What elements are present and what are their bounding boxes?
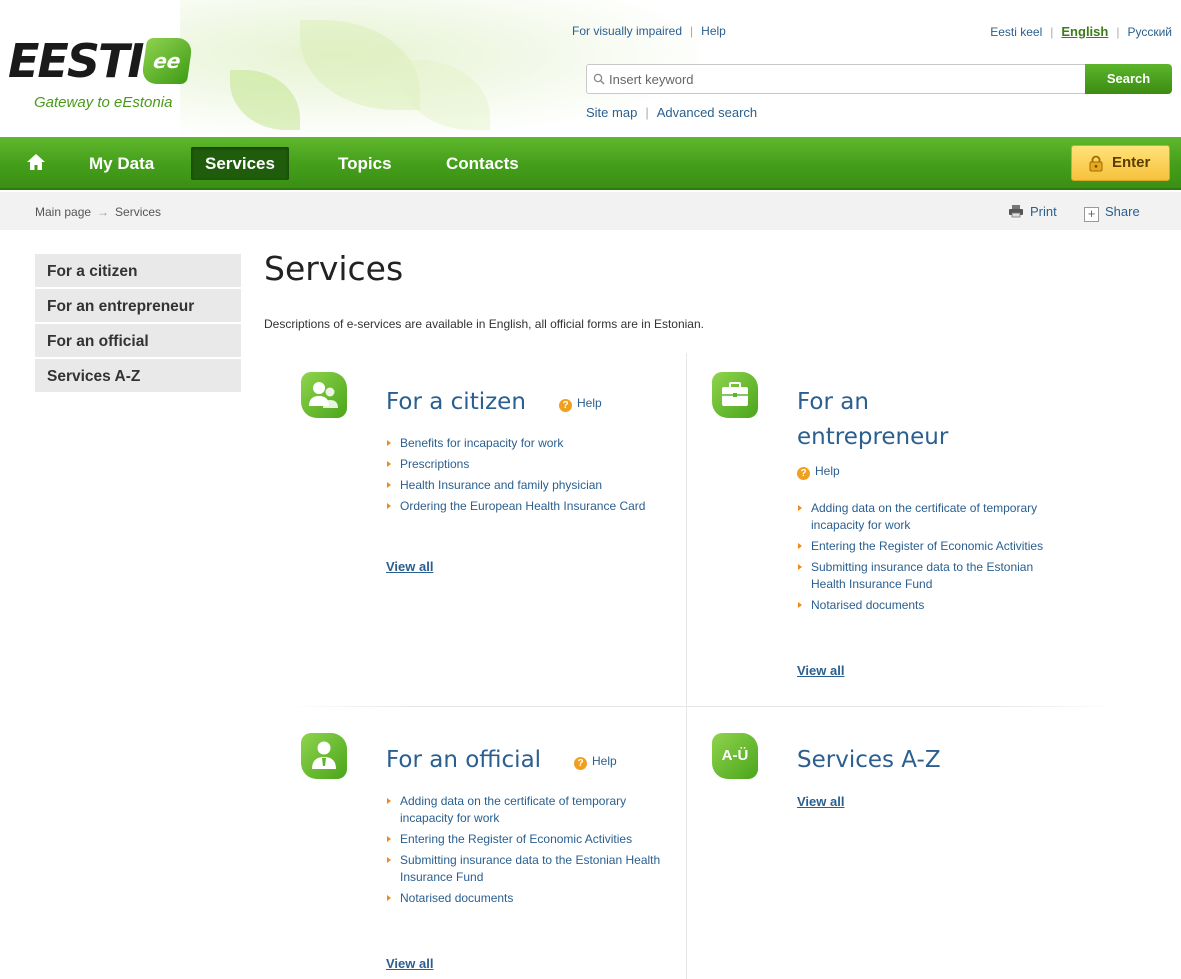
share-link[interactable]: + Share	[1084, 204, 1140, 222]
intro-text: Descriptions of e-services are available…	[264, 317, 704, 331]
list-item[interactable]: Submitting insurance data to the Estonia…	[385, 852, 675, 886]
logo-tagline: Gateway to eEstonia	[34, 94, 173, 111]
print-link[interactable]: Print	[1008, 204, 1057, 219]
sidebar-item-citizen[interactable]: For a citizen	[35, 254, 241, 289]
share-label: Share	[1105, 204, 1140, 219]
official-view-all-link[interactable]: View all	[386, 956, 433, 971]
printer-icon	[1009, 205, 1023, 218]
list-item[interactable]: Prescriptions	[385, 456, 675, 473]
official-service-list: Adding data on the certificate of tempor…	[385, 793, 675, 911]
enter-button[interactable]: Enter	[1071, 145, 1170, 181]
category-entrepreneur-title-line2[interactable]: entrepreneur	[797, 419, 948, 455]
entrepreneur-help-link[interactable]: ? Help	[797, 464, 840, 480]
list-item[interactable]: Notarised documents	[385, 890, 675, 907]
list-item[interactable]: Entering the Register of Economic Activi…	[796, 538, 1046, 555]
language-switcher: Eesti keel | English | Русский	[990, 24, 1172, 39]
visually-impaired-link[interactable]: For visually impaired	[572, 24, 682, 38]
lang-estonian[interactable]: Eesti keel	[990, 25, 1042, 39]
help-icon: ?	[797, 467, 810, 480]
site-map-link[interactable]: Site map	[586, 105, 637, 120]
sidebar-item-entrepreneur[interactable]: For an entrepreneur	[35, 289, 241, 324]
official-icon	[301, 733, 347, 779]
nav-contacts[interactable]: Contacts	[432, 147, 533, 180]
category-citizen-title[interactable]: For a citizen	[386, 384, 526, 420]
main-nav: My Data Services Topics Contacts Enter	[0, 137, 1181, 190]
page-title: Services	[264, 249, 404, 288]
grid-divider	[288, 706, 1118, 707]
list-item[interactable]: Adding data on the certificate of tempor…	[385, 793, 675, 827]
list-item[interactable]: Entering the Register of Economic Activi…	[385, 831, 675, 848]
list-item[interactable]: Submitting insurance data to the Estonia…	[796, 559, 1046, 593]
citizen-help-link[interactable]: ? Help	[559, 396, 602, 412]
official-help-link[interactable]: ? Help	[574, 754, 617, 770]
search-sub-links: Site map | Advanced search	[586, 105, 757, 120]
search-box	[586, 64, 1086, 94]
site-logo[interactable]: EESTI ee Gateway to eEstonia	[8, 34, 194, 111]
briefcase-icon	[712, 372, 758, 418]
separator: |	[645, 105, 649, 120]
lang-russian[interactable]: Русский	[1127, 25, 1172, 39]
entrepreneur-view-all-link[interactable]: View all	[797, 663, 844, 678]
separator: |	[1050, 25, 1054, 39]
services-az-icon: A-Ü	[712, 733, 758, 779]
category-entrepreneur-title-line1[interactable]: For an	[797, 384, 869, 420]
home-icon[interactable]	[26, 152, 46, 172]
search-button[interactable]: Search	[1085, 64, 1172, 94]
citizen-service-list: Benefits for incapacity for work Prescri…	[385, 435, 675, 519]
breadcrumb-current: Services	[115, 205, 162, 219]
breadcrumb-arrow-icon: →	[97, 205, 110, 219]
sidebar: For a citizen For an entrepreneur For an…	[35, 254, 241, 394]
nav-my-data[interactable]: My Data	[75, 147, 168, 180]
search-icon	[593, 73, 605, 85]
list-item[interactable]: Notarised documents	[796, 597, 1046, 614]
search-input[interactable]	[609, 71, 1069, 87]
site-header: EESTI ee Gateway to eEstonia For visually…	[0, 0, 1181, 137]
entrepreneur-service-list: Adding data on the certificate of tempor…	[796, 500, 1046, 618]
plus-icon: +	[1084, 207, 1099, 222]
help-icon: ?	[574, 757, 587, 770]
nav-topics[interactable]: Topics	[324, 147, 406, 180]
list-item[interactable]: Health Insurance and family physician	[385, 477, 675, 494]
list-item[interactable]: Adding data on the certificate of tempor…	[796, 500, 1046, 534]
enter-label: Enter	[1112, 154, 1151, 171]
advanced-search-link[interactable]: Advanced search	[657, 105, 757, 120]
breadcrumb-main-page[interactable]: Main page	[35, 205, 91, 219]
nav-services[interactable]: Services	[191, 147, 289, 180]
help-label: Help	[592, 754, 617, 768]
separator: |	[1116, 25, 1120, 39]
help-icon: ?	[559, 399, 572, 412]
print-label: Print	[1030, 204, 1057, 219]
list-item[interactable]: Ordering the European Health Insurance C…	[385, 498, 675, 515]
sidebar-item-services-az[interactable]: Services A-Z	[35, 359, 241, 394]
logo-badge: ee	[141, 38, 194, 84]
category-services-az-title[interactable]: Services A-Z	[797, 742, 941, 778]
category-official-title[interactable]: For an official	[386, 742, 541, 778]
utility-links: For visually impaired | Help	[572, 24, 726, 38]
logo-word: EESTI	[8, 34, 144, 88]
help-label: Help	[577, 396, 602, 410]
help-label: Help	[815, 464, 840, 478]
separator: |	[690, 24, 694, 38]
list-item[interactable]: Benefits for incapacity for work	[385, 435, 675, 452]
help-link[interactable]: Help	[701, 24, 726, 38]
grid-divider	[686, 353, 687, 979]
breadcrumb: Main page → Services	[35, 205, 161, 219]
citizen-view-all-link[interactable]: View all	[386, 559, 433, 574]
citizen-icon	[301, 372, 347, 418]
sidebar-item-official[interactable]: For an official	[35, 324, 241, 359]
services-az-view-all-link[interactable]: View all	[797, 794, 844, 809]
lock-icon	[1089, 155, 1103, 172]
breadcrumb-bar: Main page → Services Print + Share	[0, 192, 1181, 230]
lang-english[interactable]: English	[1061, 24, 1108, 39]
